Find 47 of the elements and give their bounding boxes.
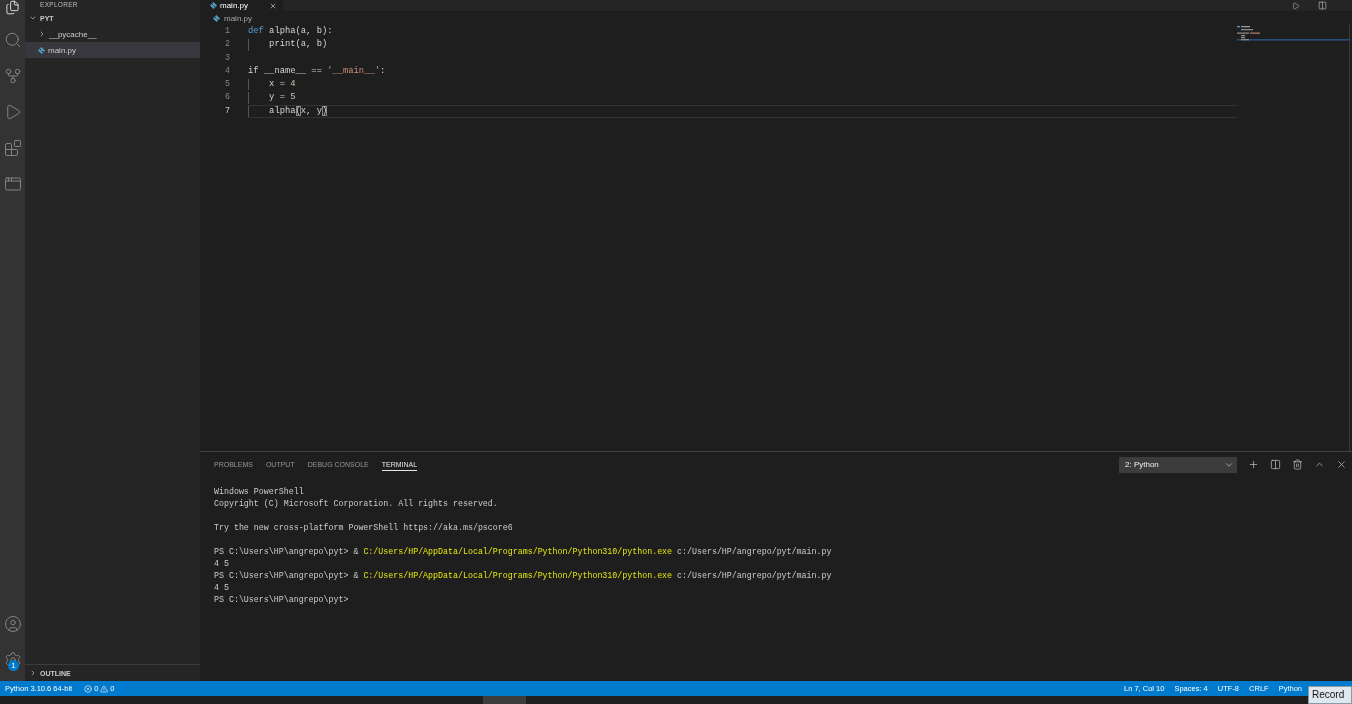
notification-badge: 1 [8, 660, 19, 671]
window-icon[interactable] [3, 175, 22, 193]
split-editor-icon[interactable] [1318, 1, 1327, 10]
line-number: 1 [223, 25, 230, 38]
branch-icon[interactable] [3, 67, 22, 85]
code-line: y = 5 [248, 91, 296, 105]
terminal-line: PS C:\Users\HP\angrepo\pyt> & C:/Users/HP/AppData/Local/Programs/Python/Python310/python.exe c:/Users/HP/angrepo/pyt/main.py [214, 546, 832, 558]
search-icon[interactable] [3, 31, 22, 49]
line-number: 5 [223, 78, 230, 92]
terminal-line: PS C:\Users\HP\angrepo\pyt> [214, 594, 349, 606]
terminal-line: Copyright (C) Microsoft Corporation. All rights reserved. [214, 498, 498, 510]
tooltip: Record [1308, 686, 1352, 704]
file-type-icon [210, 2, 217, 9]
error-icon [84, 684, 93, 693]
plus-icon[interactable] [1248, 459, 1259, 470]
split-icon[interactable] [1270, 459, 1281, 470]
code-line: x = 4 [248, 78, 296, 92]
code-line: alpha(x, y) [248, 104, 1237, 119]
line-number: 4 [223, 64, 230, 78]
taskbar-tile[interactable] [483, 696, 526, 704]
close-icon[interactable] [1336, 459, 1347, 470]
file-type-icon [38, 46, 45, 54]
breadcrumb-item[interactable]: main.py [224, 13, 252, 23]
terminal-line: Try the new cross-platform PowerShell https://aka.ms/pscore6 [214, 522, 513, 534]
terminal-line: Windows PowerShell [214, 486, 304, 498]
terminal-line: 4 5 [214, 582, 229, 594]
folder-item[interactable]: __pycache__ [25, 26, 200, 42]
blocks-icon[interactable] [3, 139, 22, 157]
file-item[interactable]: main.py [25, 42, 200, 58]
user-icon[interactable] [3, 615, 22, 633]
file-type-icon [213, 14, 220, 22]
trash-icon[interactable] [1292, 459, 1303, 470]
code-line: def alpha(a, b): [248, 25, 333, 38]
close-icon[interactable] [269, 1, 277, 10]
terminal-select[interactable]: 2: Python [1119, 456, 1237, 473]
files-icon[interactable] [5, 0, 20, 15]
code-line: if __name__ == '__main__': [248, 64, 386, 78]
editor-tab[interactable]: main.py [200, 0, 283, 11]
line-number: 7 [223, 104, 230, 118]
line-number: 3 [223, 51, 230, 65]
code-line: print(a, b) [248, 38, 328, 52]
terminal-line: 4 5 [214, 558, 229, 570]
play-icon[interactable] [1292, 1, 1300, 10]
line-number: 6 [223, 91, 230, 105]
terminal-line: PS C:\Users\HP\angrepo\pyt> & C:/Users/HP/AppData/Local/Programs/Python/Python310/python.exe c:/Users/HP/angrepo/pyt/main.py [214, 570, 832, 582]
line-number: 2 [223, 38, 230, 52]
warning-icon [100, 684, 109, 693]
